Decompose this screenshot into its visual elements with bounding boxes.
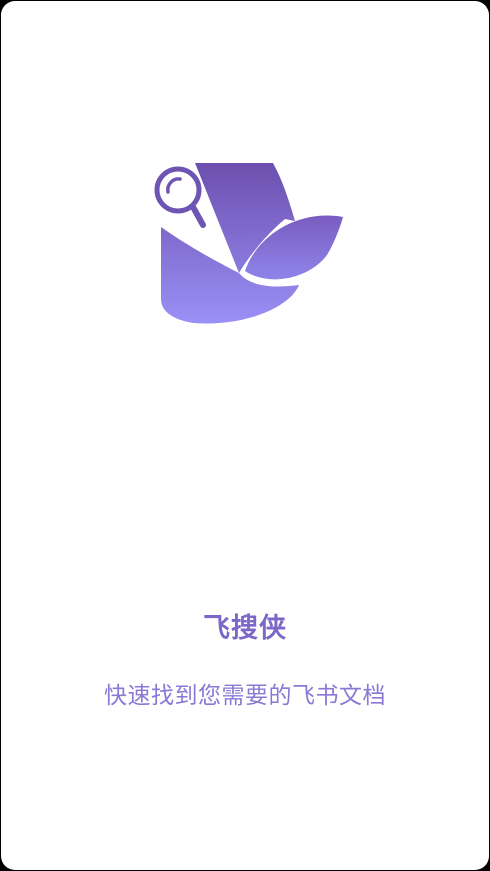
app-logo-icon (154, 163, 343, 324)
splash-screen: 飞搜侠 快速找到您需要的飞书文档 (1, 1, 489, 870)
app-name: 飞搜侠 (203, 613, 287, 644)
app-tagline: 快速找到您需要的飞书文档 (104, 683, 386, 709)
